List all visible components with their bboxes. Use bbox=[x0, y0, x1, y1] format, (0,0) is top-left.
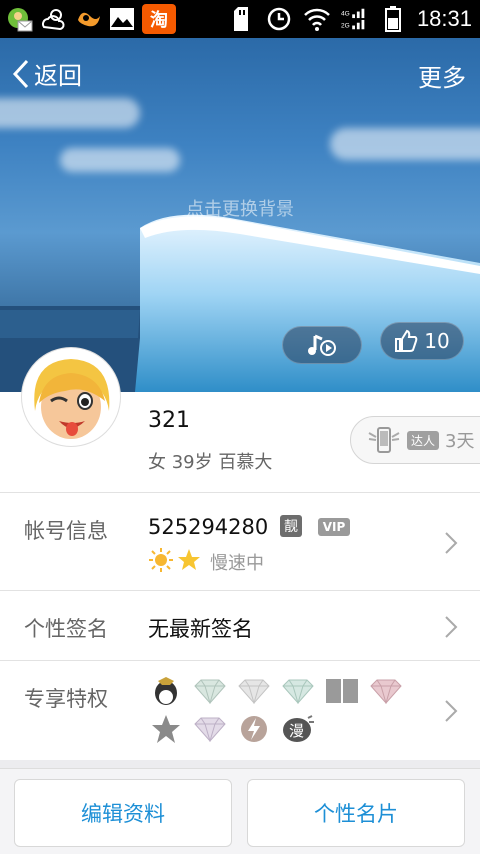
comic-icon: 漫 bbox=[280, 713, 316, 745]
clock-time: 18:31 bbox=[416, 6, 472, 31]
svg-text:漫: 漫 bbox=[289, 722, 304, 740]
battery-icon bbox=[379, 5, 407, 33]
privileges-label: 专享特权 bbox=[24, 687, 108, 711]
thumbs-up-icon bbox=[395, 329, 418, 352]
signature-row[interactable]: 个性签名 无最新签名 bbox=[0, 590, 480, 660]
contact-mail-icon bbox=[6, 5, 34, 33]
svg-text:4G: 4G bbox=[341, 10, 350, 17]
section-divider bbox=[0, 760, 480, 768]
lightning-icon bbox=[236, 713, 272, 745]
daren-days: 3天 bbox=[445, 431, 475, 452]
svg-text:2G: 2G bbox=[341, 22, 350, 29]
cover-background[interactable]: 返回 更多 点击更换背景 10 bbox=[0, 38, 480, 392]
account-info-row[interactable]: 帐号信息 525294280 靓 VIP 慢速中 bbox=[0, 492, 480, 590]
star-icon bbox=[148, 713, 184, 745]
chevron-right-icon bbox=[445, 700, 458, 722]
purple-diamond-icon bbox=[192, 713, 228, 745]
diamond-icon bbox=[192, 675, 228, 707]
chevron-right-icon bbox=[445, 616, 458, 638]
music-note-icon bbox=[308, 334, 336, 356]
qq-penguin-icon bbox=[148, 675, 184, 707]
sun-icon bbox=[149, 548, 173, 572]
change-background-hint[interactable]: 点击更换背景 bbox=[0, 195, 480, 221]
book-icon bbox=[324, 675, 360, 707]
signature-label: 个性签名 bbox=[24, 617, 108, 641]
account-info-label: 帐号信息 bbox=[24, 519, 108, 543]
more-button[interactable]: 更多 bbox=[418, 58, 466, 93]
winged-phone-icon bbox=[368, 427, 400, 453]
nickname: 321 bbox=[148, 408, 190, 433]
qq-level bbox=[148, 547, 202, 573]
back-button[interactable]: 返回 bbox=[12, 56, 82, 91]
signature-value: 无最新签名 bbox=[148, 617, 253, 641]
vip-badge: VIP bbox=[318, 518, 350, 536]
back-label: 返回 bbox=[34, 62, 82, 90]
signal-icon: 4G 2G bbox=[341, 5, 369, 33]
speed-status: 慢速中 bbox=[210, 553, 264, 574]
chevron-right-icon bbox=[445, 532, 458, 554]
diamond-icon bbox=[280, 675, 316, 707]
avatar[interactable] bbox=[22, 348, 120, 446]
like-count: 10 bbox=[424, 329, 450, 353]
sd-card-icon bbox=[227, 5, 255, 33]
like-button[interactable]: 10 bbox=[380, 322, 464, 360]
alarm-clock-icon bbox=[265, 5, 293, 33]
chevron-left-icon bbox=[12, 59, 29, 88]
gallery-icon bbox=[108, 5, 136, 33]
gender-age-location: 女 39岁 百慕大 bbox=[148, 452, 273, 473]
daren-tag: 达人 bbox=[407, 430, 440, 450]
bottom-action-bar: 编辑资料 个性名片 bbox=[0, 768, 480, 854]
pink-diamond-icon bbox=[368, 675, 404, 707]
privilege-badges: 漫 bbox=[148, 675, 408, 745]
qq-number: 525294280 bbox=[148, 515, 269, 539]
taobao-icon: 淘 bbox=[142, 4, 176, 34]
star-icon bbox=[178, 549, 200, 570]
privileges-row[interactable]: 专享特权 漫 bbox=[0, 660, 480, 760]
weather-icon bbox=[40, 5, 68, 33]
music-button[interactable] bbox=[282, 326, 362, 364]
wifi-icon bbox=[303, 5, 331, 33]
uc-browser-icon bbox=[74, 5, 102, 33]
daren-badge[interactable]: 达人 3天 bbox=[350, 416, 480, 464]
status-bar: 淘 4G 2G 18:31 bbox=[0, 0, 480, 38]
edit-profile-button[interactable]: 编辑资料 bbox=[14, 779, 232, 847]
liang-badge: 靓 bbox=[280, 515, 302, 537]
diamond-icon bbox=[236, 675, 272, 707]
personal-card-button[interactable]: 个性名片 bbox=[247, 779, 465, 847]
